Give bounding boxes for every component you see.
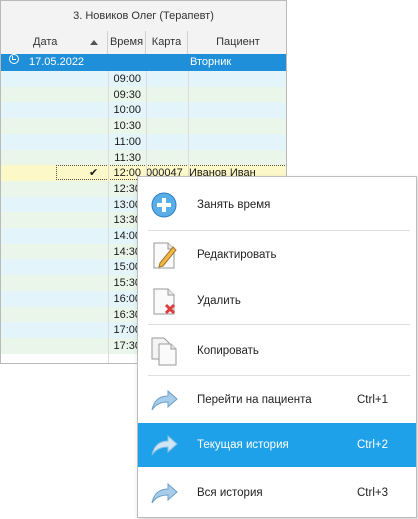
menu-item-book-time[interactable]: Занять время	[138, 183, 416, 227]
add-circle-icon	[151, 192, 177, 218]
menu-label-edit: Редактировать	[197, 249, 277, 261]
context-menu: Занять время Редактировать Удалить Копир…	[137, 176, 417, 518]
arrow-redirect-icon	[151, 482, 178, 504]
row-time: 11:30	[114, 151, 141, 164]
edit-document-icon	[153, 242, 177, 269]
copy-document-icon	[151, 337, 177, 366]
column-divider	[108, 71, 109, 363]
menu-item-goto-patient[interactable]: Перейти на пациента Ctrl+1	[138, 378, 416, 422]
arrow-redirect-icon	[151, 389, 178, 411]
menu-label-delete: Удалить	[197, 295, 241, 307]
doctor-title: 3. Новиков Олег (Терапевт)	[1, 1, 286, 32]
column-header-date[interactable]: Дата	[1, 31, 108, 54]
arrow-redirect-icon	[151, 434, 178, 456]
table-row[interactable]: 10:30	[1, 118, 286, 135]
menu-item-current-history[interactable]: Текущая история Ctrl+2	[138, 423, 416, 467]
menu-item-edit[interactable]: Редактировать	[138, 233, 416, 277]
row-time: 09:30	[113, 88, 141, 101]
collapse-group-icon[interactable]	[9, 54, 19, 64]
shortcut-current-history: Ctrl+2	[357, 439, 388, 451]
menu-label-current-history: Текущая история	[197, 439, 289, 451]
row-time: 10:00	[113, 104, 141, 117]
table-row[interactable]: 09:30	[1, 86, 286, 103]
shortcut-goto-patient: Ctrl+1	[357, 394, 388, 406]
menu-separator	[148, 375, 410, 376]
group-weekday: Вторник	[190, 56, 232, 68]
group-row-date[interactable]: 17.05.2022 Вторник	[1, 54, 286, 71]
menu-separator	[148, 230, 410, 231]
column-header-time[interactable]: Время	[108, 31, 146, 54]
menu-label-copy: Копировать	[197, 345, 259, 357]
table-row[interactable]: 11:00	[1, 133, 286, 150]
table-row[interactable]: 10:00	[1, 102, 286, 119]
menu-label-goto-patient: Перейти на пациента	[197, 394, 312, 406]
row-time: 10:30	[113, 120, 141, 133]
row-time: 09:00	[113, 73, 141, 85]
sort-ascending-icon	[90, 40, 98, 45]
column-date-label: Дата	[33, 36, 58, 48]
row-time: 11:00	[114, 135, 141, 148]
menu-separator	[148, 324, 410, 325]
group-date: 17.05.2022	[29, 56, 85, 68]
column-header-row: Дата Время Карта Пациент	[1, 31, 286, 55]
menu-item-delete[interactable]: Удалить	[138, 279, 416, 323]
shortcut-all-history: Ctrl+3	[357, 487, 388, 499]
menu-label-book-time: Занять время	[197, 199, 271, 211]
menu-item-copy[interactable]: Копировать	[138, 329, 416, 373]
menu-label-all-history: Вся история	[197, 487, 263, 499]
table-row[interactable]: 09:00	[1, 71, 286, 87]
delete-document-icon	[153, 288, 176, 315]
menu-item-all-history[interactable]: Вся история Ctrl+3	[138, 471, 416, 515]
column-header-patient[interactable]: Пациент	[188, 31, 286, 54]
column-header-card[interactable]: Карта	[146, 31, 188, 54]
table-row[interactable]: 11:30	[1, 149, 286, 166]
